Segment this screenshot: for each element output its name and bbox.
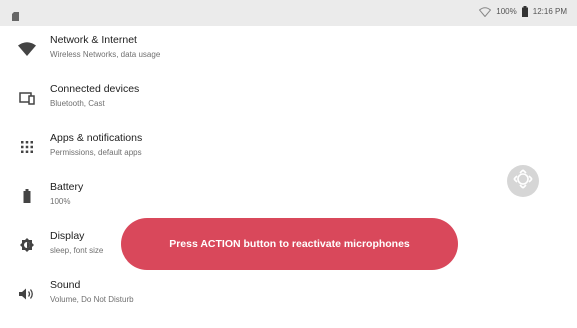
settings-item-title: Network & Internet <box>50 34 137 46</box>
volume-icon <box>16 283 38 305</box>
sd-card-icon <box>12 8 19 26</box>
settings-item-title: Apps & notifications <box>50 132 143 144</box>
settings-item-subtitle: Permissions, default apps <box>50 148 142 157</box>
settings-item-title: Connected devices <box>50 83 140 95</box>
clock: 12:16 PM <box>532 7 567 16</box>
brightness-icon <box>16 234 38 256</box>
status-bar: 100% 12:16 PM <box>0 0 577 26</box>
wifi-icon <box>16 38 38 60</box>
apps-grid-icon <box>16 136 38 158</box>
settings-item-subtitle: sleep, font size <box>50 246 104 255</box>
settings-item-partial <box>50 320 90 328</box>
settings-item-subtitle: Wireless Networks, data usage <box>50 50 161 59</box>
settings-item-title: Sound <box>50 279 81 291</box>
battery-icon <box>16 185 38 207</box>
settings-item-network[interactable]: Network & Internet Wireless Networks, da… <box>0 26 577 75</box>
settings-item-battery[interactable]: Battery 100% <box>0 173 577 222</box>
settings-item-subtitle: 100% <box>50 197 71 206</box>
settings-item-sound[interactable]: Sound Volume, Do Not Disturb <box>0 271 577 320</box>
battery-percent: 100% <box>496 7 517 16</box>
floating-move-button[interactable] <box>507 165 539 197</box>
settings-item-connected-devices[interactable]: Connected devices Bluetooth, Cast <box>0 75 577 124</box>
move-arrows-icon <box>513 168 533 194</box>
settings-item-apps[interactable]: Apps & notifications Permissions, defaul… <box>0 124 577 173</box>
settings-item-title: Battery <box>50 181 84 193</box>
settings-list: Network & Internet Wireless Networks, da… <box>0 26 577 320</box>
microphone-toast: Press ACTION button to reactivate microp… <box>121 218 458 270</box>
devices-icon <box>16 87 38 109</box>
battery-full-icon <box>521 6 528 17</box>
toast-message: Press ACTION button to reactivate microp… <box>169 238 410 250</box>
wifi-icon <box>479 6 492 17</box>
settings-item-title: Display <box>50 230 85 242</box>
settings-item-subtitle: Bluetooth, Cast <box>50 99 105 108</box>
settings-item-subtitle: Volume, Do Not Disturb <box>50 295 134 304</box>
